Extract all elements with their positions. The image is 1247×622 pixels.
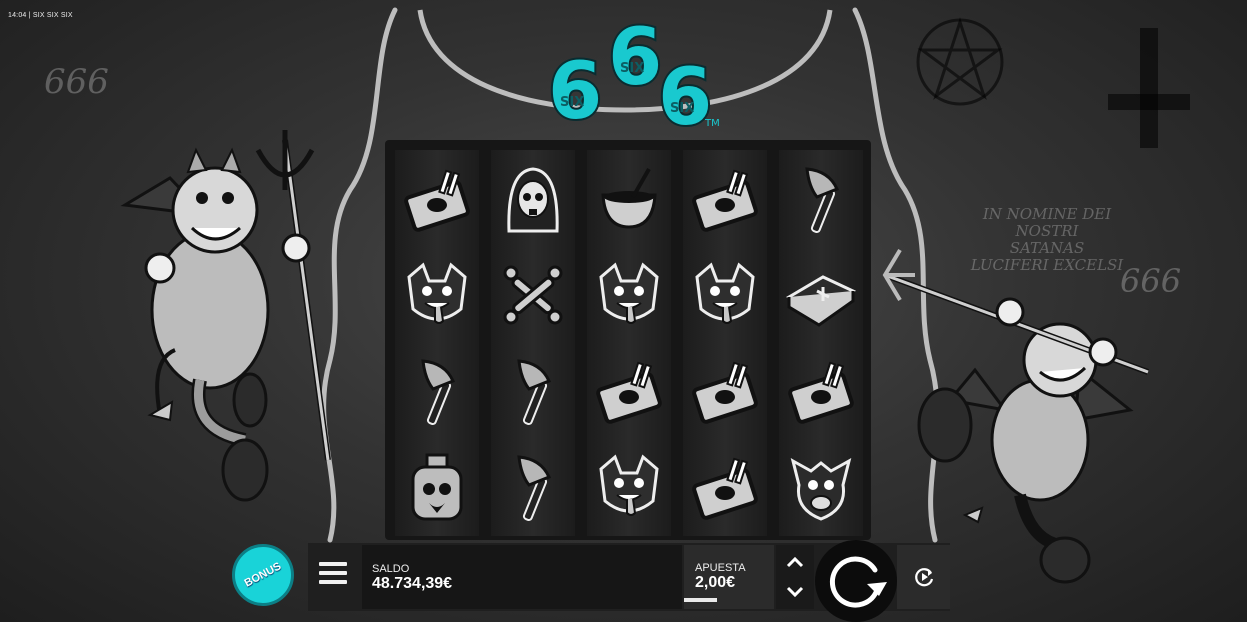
game-stage: 14:04 | SIX SIX SIX 666 666 IN NOMINE DE…: [0, 0, 1247, 622]
bet-stepper: [776, 545, 814, 609]
logo-word: SIX: [670, 101, 694, 116]
logo-six-block: 6SIX: [606, 14, 664, 105]
reel-symbol: [781, 442, 861, 532]
reel-symbol: [589, 250, 669, 340]
reel-symbol: [397, 154, 477, 244]
wall-666-left: 666: [44, 62, 109, 102]
devil-left-illustration: [120, 130, 331, 502]
latin-line-3: LUCIFERI EXCELSI: [970, 256, 1124, 274]
bet-increase-button[interactable]: [776, 547, 814, 577]
spin-arrow-icon: [829, 556, 887, 608]
reel-symbol: [493, 154, 573, 244]
book-icon: [786, 275, 856, 327]
reel-symbol: [589, 442, 669, 532]
cat-icon: [599, 454, 659, 516]
bet-value: 2,00€: [695, 574, 736, 591]
cat-icon: [599, 262, 659, 324]
reel-column: [779, 150, 863, 536]
goat-icon: [790, 458, 852, 521]
matches-icon: [788, 361, 854, 424]
latin-inscription: IN NOMINE DEI NOSTRI SATANAS LUCIFERI EX…: [962, 206, 1132, 274]
axe-icon: [517, 455, 552, 521]
reel-symbol: [397, 346, 477, 436]
reel-symbol: [589, 154, 669, 244]
chevron-down-icon: [786, 586, 804, 598]
reel-symbol: [685, 250, 765, 340]
reel-column: [395, 150, 479, 536]
reel-grid: [385, 140, 871, 540]
reel-symbol: [589, 346, 669, 436]
reel-column: [683, 150, 767, 536]
bonus-button-label: BONUS: [242, 560, 284, 590]
reel-symbol: [685, 346, 765, 436]
status-bar-text: 14:04 | SIX SIX SIX: [8, 12, 73, 19]
reel-symbol: [397, 442, 477, 532]
bet-label: APUESTA: [695, 562, 746, 574]
inverted-cross-icon: [1108, 28, 1190, 148]
reel-symbol: [685, 154, 765, 244]
latin-line-2: SATANAS: [1009, 239, 1085, 257]
logo-word: SIX: [560, 95, 584, 110]
autoplay-icon: [914, 568, 933, 587]
reel-symbol: [781, 346, 861, 436]
cauldron-icon: [601, 168, 657, 229]
reel-symbol: [781, 250, 861, 340]
bet-decrease-button[interactable]: [776, 577, 814, 607]
spin-button[interactable]: [815, 540, 897, 622]
bones-icon: [503, 265, 563, 325]
reaper-icon: [507, 167, 559, 233]
latin-line-1: IN NOMINE DEI NOSTRI: [982, 205, 1112, 240]
logo-trademark: TM: [704, 118, 720, 129]
matches-icon: [692, 361, 758, 424]
balance-value: 48.734,39€: [372, 575, 453, 592]
logo-six-block: 6SIX: [546, 45, 604, 132]
balance-label: SALDO: [372, 563, 410, 575]
logo-word: SIX: [620, 61, 644, 76]
chevron-up-icon: [786, 556, 804, 568]
reel-column: [491, 150, 575, 536]
reel-symbol: [493, 346, 573, 436]
matches-icon: [692, 169, 758, 232]
reel-symbol: [685, 442, 765, 532]
reel-symbol: [493, 250, 573, 340]
reel-column: [587, 150, 671, 536]
matches-icon: [596, 361, 662, 424]
matches-icon: [692, 457, 758, 520]
potion-icon: [411, 453, 463, 521]
reel-symbol: [781, 154, 861, 244]
cat-icon: [695, 262, 755, 324]
axe-icon: [517, 359, 552, 425]
matches-icon: [404, 169, 470, 232]
cat-icon: [407, 262, 467, 324]
logo-digit: 6: [608, 14, 662, 103]
reel-symbol: [397, 250, 477, 340]
game-logo: 6SIX 6SIX 6SIXTM: [546, 14, 720, 132]
autoplay-button[interactable]: [897, 545, 950, 609]
axe-icon: [421, 359, 456, 425]
axe-icon: [805, 167, 840, 233]
menu-icon[interactable]: [319, 562, 347, 586]
logo-digit: 6: [548, 47, 602, 132]
pentagram-icon: [916, 17, 1004, 106]
reel-symbol: [493, 442, 573, 532]
bet-indicator: [684, 598, 717, 602]
bonus-button[interactable]: BONUS: [232, 544, 294, 606]
